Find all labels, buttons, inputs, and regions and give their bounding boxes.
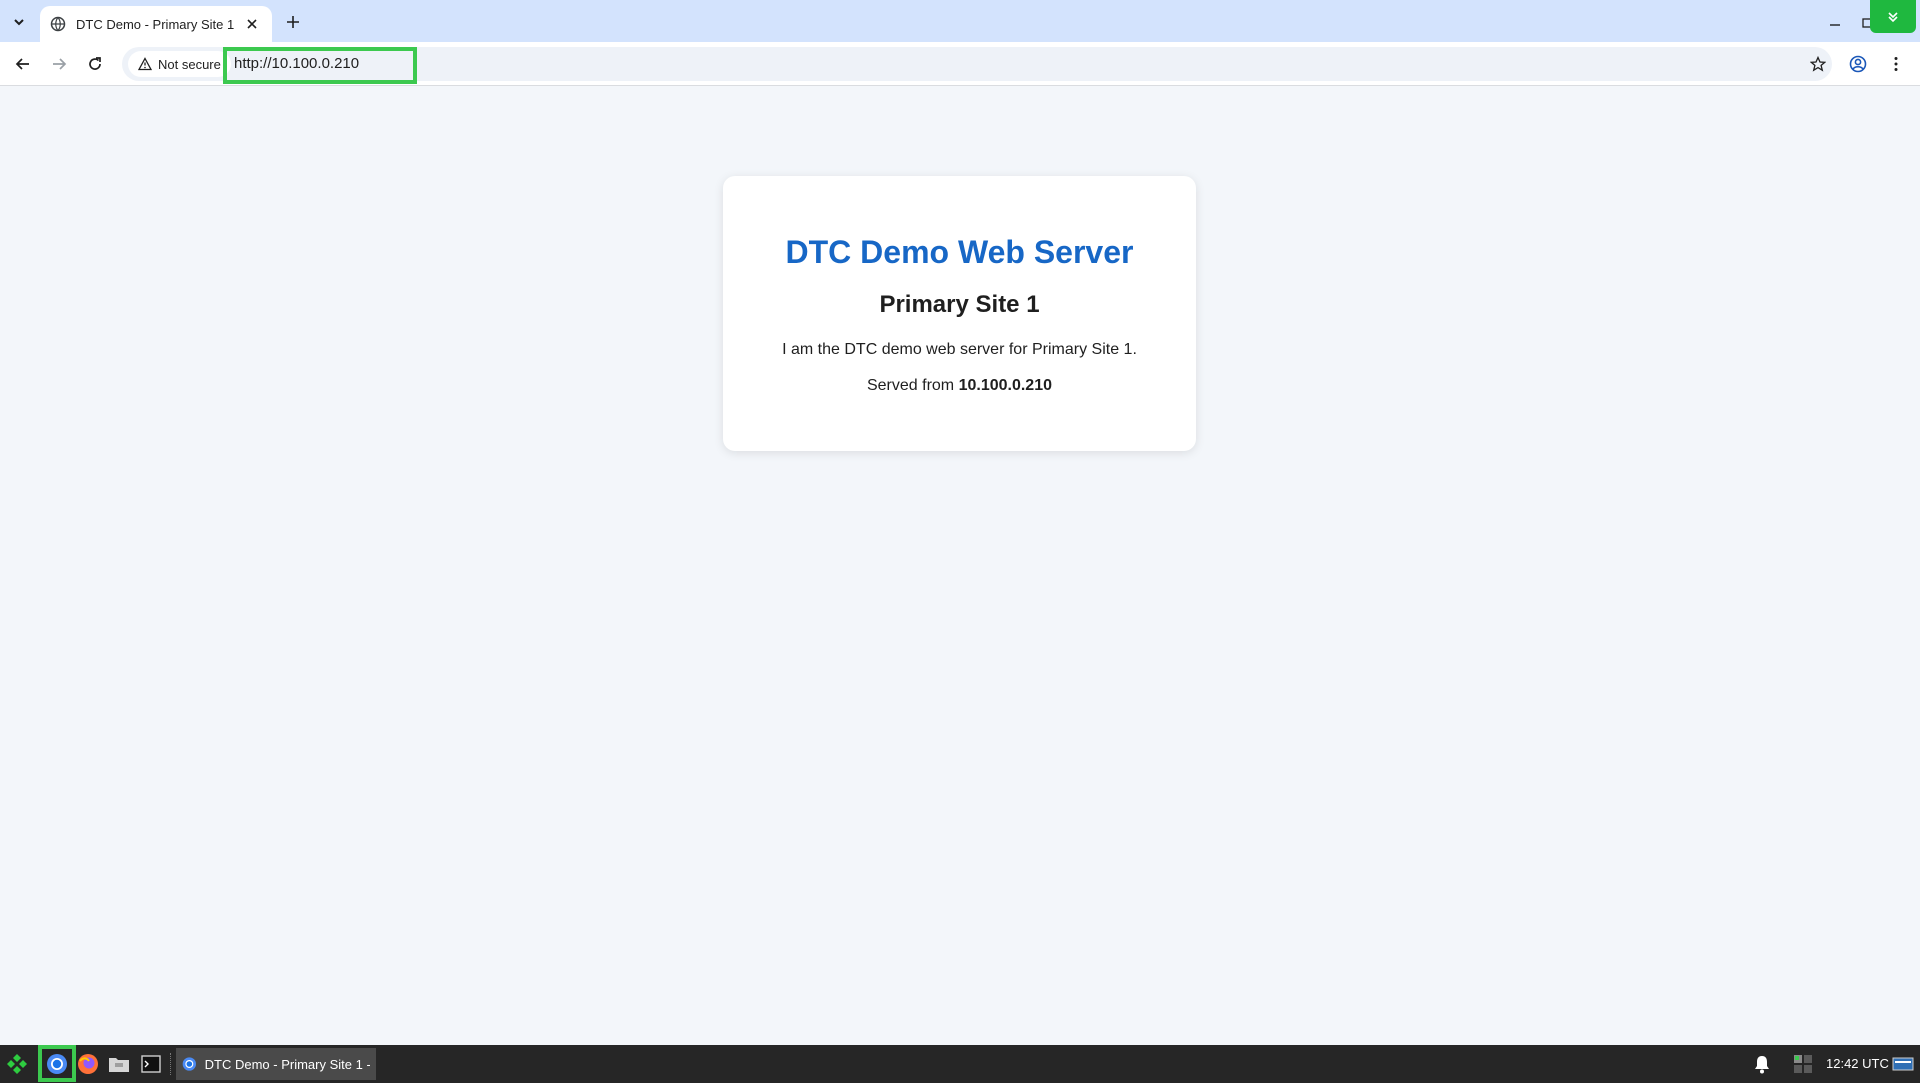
served-ip: 10.100.0.210 [958,377,1052,394]
tab-close-button[interactable] [242,14,262,34]
notifications-button[interactable] [1748,1050,1776,1078]
security-label: Not secure [158,56,221,72]
workspaces-icon [1794,1055,1812,1073]
minimize-button[interactable] [1825,12,1845,32]
page-title: DTC Demo Web Server [785,234,1134,270]
chevron-down-icon [14,19,24,26]
terminal-icon [141,1055,161,1073]
browser-menu-button[interactable] [1882,50,1910,78]
forward-button[interactable] [45,50,73,78]
server-info-card: DTC Demo Web Server Primary Site 1 I am … [723,176,1196,451]
bell-icon [1755,1056,1769,1074]
folder-icon [109,1058,129,1072]
profile-button[interactable] [1844,50,1872,78]
description-text: I am the DTC demo web server for Primary… [782,341,1137,358]
bookmark-button[interactable] [1804,50,1832,78]
taskbar-separator [170,1053,171,1075]
globe-icon [50,16,66,32]
more-vert-icon [1894,57,1898,71]
chrome-icon [182,1057,196,1071]
reload-icon [89,57,101,70]
plus-icon [287,16,299,28]
arrow-right-icon [53,58,67,70]
security-chip[interactable]: Not secure [128,51,231,77]
taskbar: DTC Demo - Primary Site 1 - ... 12:42 UT… [0,1045,1920,1083]
page-content: DTC Demo Web Server Primary Site 1 I am … [0,87,1920,1045]
firefox-launcher[interactable] [73,1049,103,1079]
served-from-label: Served from [866,377,955,394]
keyboard-layout-button[interactable] [1892,1054,1914,1074]
tab-active[interactable]: DTC Demo - Primary Site 1 [40,6,272,42]
terminal-launcher[interactable] [136,1049,166,1079]
clock[interactable]: 12:42 UTC [1826,1045,1889,1083]
tab-title: DTC Demo - Primary Site 1 [76,16,235,32]
url-highlight-box [223,47,417,84]
taskbar-window-button[interactable]: DTC Demo - Primary Site 1 - ... [176,1048,376,1080]
overlay-collapse-button[interactable] [1870,0,1916,33]
keyboard-icon [1892,1057,1914,1071]
tab-strip: DTC Demo - Primary Site 1 [0,0,1920,42]
reload-button[interactable] [81,50,109,78]
star-icon [1810,56,1826,72]
account-circle-icon [1849,55,1867,73]
warning-icon [138,57,152,71]
taskbar-highlight-box [38,1045,76,1082]
app-launcher-icon [7,1054,27,1074]
new-tab-button[interactable] [280,9,306,35]
file-manager-launcher[interactable] [104,1049,134,1079]
back-button[interactable] [9,50,37,78]
tab-search-button[interactable] [6,9,32,35]
workspace-switcher[interactable] [1790,1051,1816,1077]
served-from-line: Served from 10.100.0.210 [723,377,1196,395]
firefox-icon [78,1054,98,1074]
taskbar-window-label: DTC Demo - Primary Site 1 - ... [204,1056,370,1072]
start-menu-button[interactable] [2,1049,32,1079]
minimize-icon [1830,24,1840,26]
site-name: Primary Site 1 [879,291,1040,318]
double-chevron-down-icon [1888,11,1898,22]
arrow-left-icon [15,58,29,70]
close-icon [247,19,257,29]
